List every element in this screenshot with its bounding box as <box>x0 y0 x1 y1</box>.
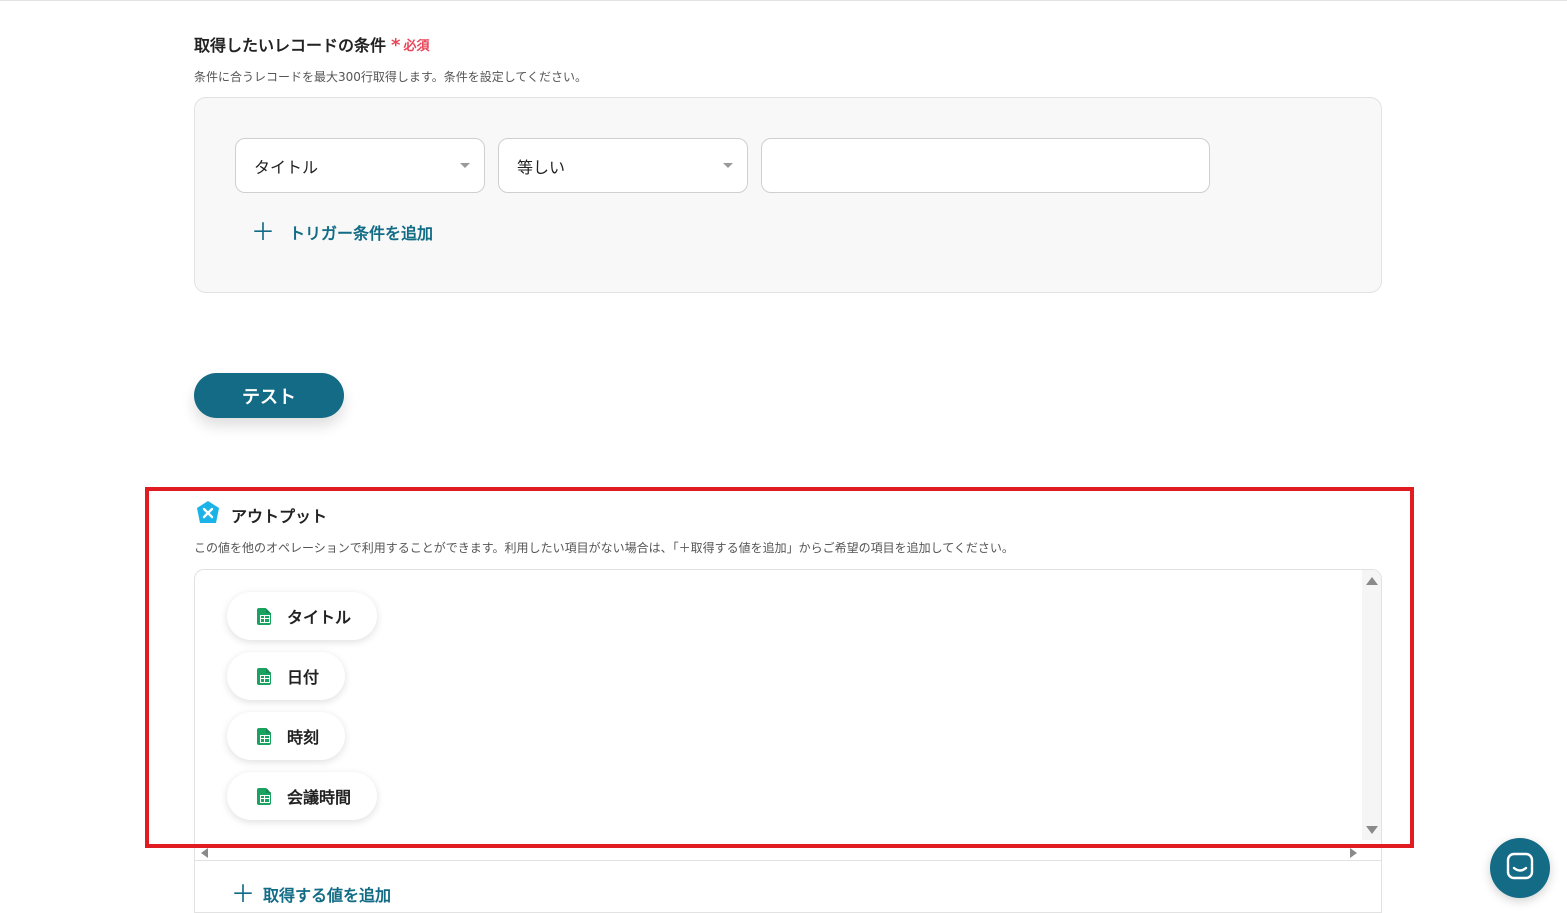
spreadsheet-icon <box>257 667 271 685</box>
scroll-left-arrow-icon[interactable] <box>201 848 208 858</box>
required-label: 必須 <box>403 38 430 54</box>
top-divider <box>0 0 1567 1</box>
output-title: アウトプット <box>231 507 328 526</box>
output-item-label: タイトル <box>287 608 352 627</box>
operator-select-value: 等しい <box>517 157 566 177</box>
required-asterisk: * <box>391 35 401 56</box>
scroll-down-arrow-icon[interactable] <box>1366 826 1378 834</box>
chat-launcher-button[interactable] <box>1490 838 1550 898</box>
output-item-meeting-duration[interactable]: 会議時間 <box>227 772 378 820</box>
output-item-label: 日付 <box>287 668 320 687</box>
spreadsheet-icon <box>257 607 271 625</box>
output-header: アウトプット <box>195 500 327 530</box>
add-trigger-condition-button[interactable]: ＋ トリガー条件を追加 <box>251 220 433 244</box>
field-select-value: タイトル <box>254 157 319 177</box>
output-description: この値を他のオペレーションで利用することができます。利用したい項目がない場合は、… <box>194 541 1014 555</box>
spreadsheet-icon <box>257 787 271 805</box>
conditions-title: 取得したいレコードの条件 * 必須 <box>194 32 429 56</box>
output-item-title[interactable]: タイトル <box>227 592 378 640</box>
chevron-down-icon <box>460 163 470 168</box>
chevron-down-icon <box>723 163 733 168</box>
conditions-panel: タイトル 等しい ＋ トリガー条件を追加 <box>194 97 1382 293</box>
plus-icon: ＋ <box>251 218 275 246</box>
conditions-title-text: 取得したいレコードの条件 <box>194 36 387 55</box>
field-select[interactable]: タイトル <box>235 138 485 193</box>
add-output-value-label: 取得する値を追加 <box>263 886 392 905</box>
output-item-time[interactable]: 時刻 <box>227 712 346 760</box>
add-output-value-button[interactable]: ＋ 取得する値を追加 <box>231 882 391 906</box>
vertical-scrollbar[interactable] <box>1362 570 1381 840</box>
chat-icon <box>1506 852 1534 884</box>
scroll-up-arrow-icon[interactable] <box>1366 577 1378 585</box>
output-item-date[interactable]: 日付 <box>227 652 346 700</box>
condition-value-input[interactable] <box>761 138 1210 193</box>
yoom-x-icon <box>195 500 221 530</box>
operator-select[interactable]: 等しい <box>498 138 748 193</box>
plus-icon: ＋ <box>231 880 255 908</box>
add-trigger-condition-label: トリガー条件を追加 <box>289 224 434 243</box>
scroll-right-arrow-icon[interactable] <box>1350 848 1357 858</box>
test-button[interactable]: テスト <box>194 373 344 418</box>
output-item-label: 時刻 <box>287 728 320 747</box>
output-divider <box>195 860 1381 861</box>
output-item-label: 会議時間 <box>287 788 352 807</box>
conditions-description: 条件に合うレコードを最大300行取得します。条件を設定してください。 <box>194 70 587 84</box>
spreadsheet-icon <box>257 727 271 745</box>
output-list-panel: タイトル 日付 時刻 会議時間 ＋ 取得する値を追加 <box>194 569 1382 913</box>
